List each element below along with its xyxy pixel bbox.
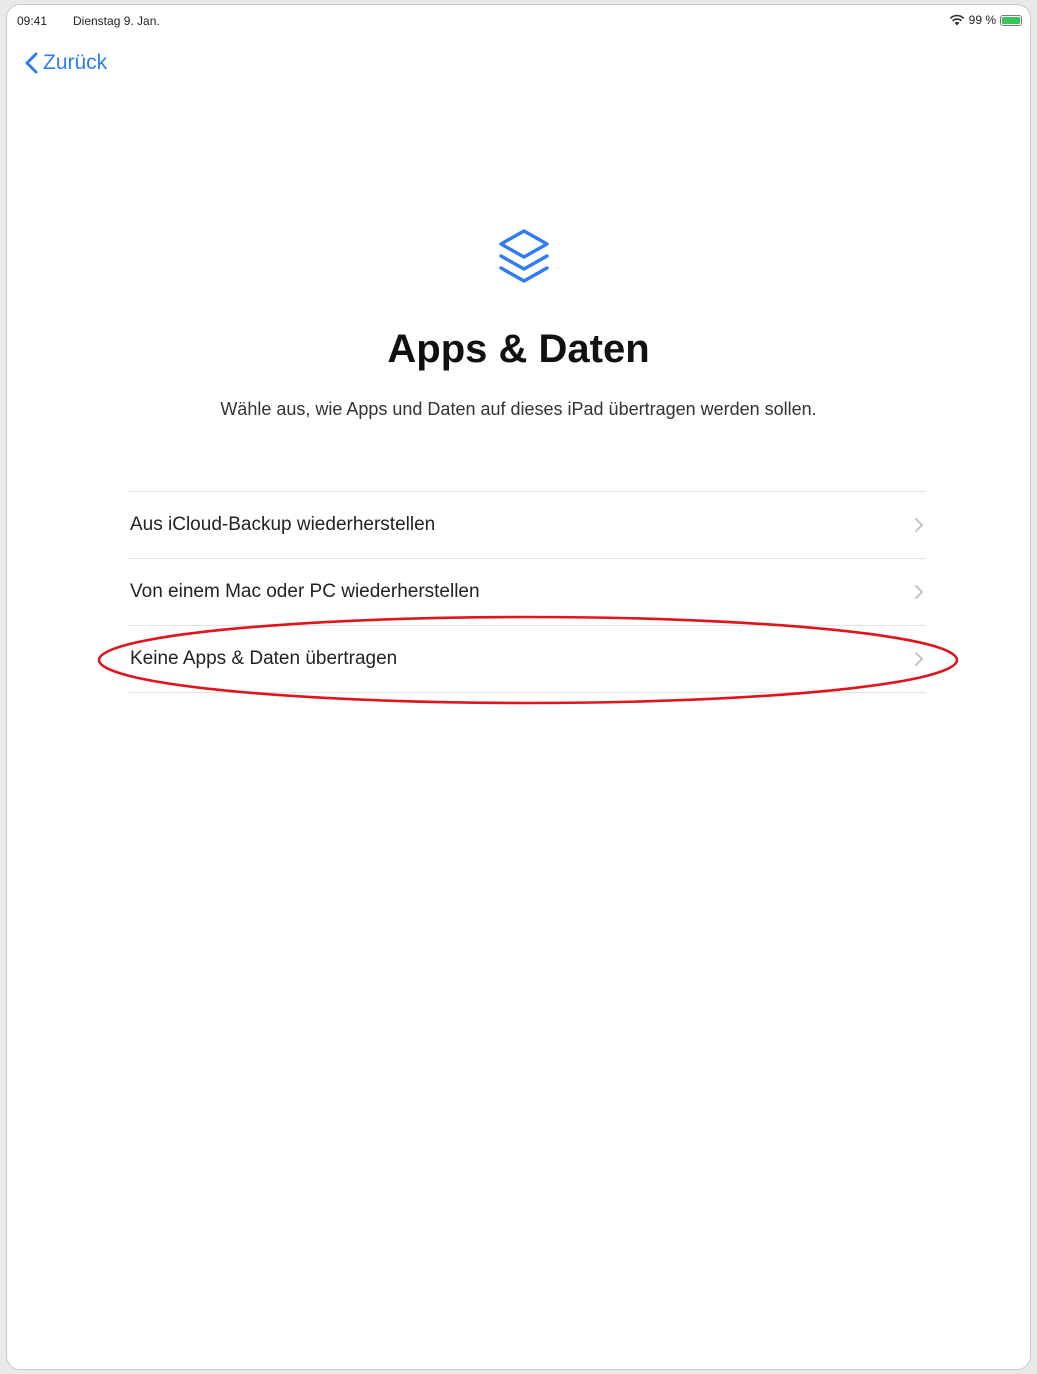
option-label: Von einem Mac oder PC wiederherstellen <box>130 581 480 602</box>
stacked-layers-icon <box>499 229 549 283</box>
back-button[interactable]: Zurück <box>23 51 107 75</box>
chevron-right-icon <box>915 652 923 666</box>
battery-fill <box>1002 16 1020 24</box>
option-icloud-backup[interactable]: Aus iCloud-Backup wiederherstellen <box>128 492 926 559</box>
status-date: Dienstag 9. Jan. <box>73 14 160 28</box>
status-right: 99 % <box>949 13 1022 27</box>
page-title: Apps & Daten <box>387 327 650 371</box>
wifi-icon <box>949 14 964 26</box>
options-list: Aus iCloud-Backup wiederherstellen Von e… <box>128 491 926 693</box>
chevron-right-icon <box>915 585 923 599</box>
option-label: Aus iCloud-Backup wiederherstellen <box>130 514 436 535</box>
status-bar: 09:41 Dienstag 9. Jan. 99 % <box>7 5 1030 35</box>
battery-percent: 99 % <box>968 13 996 27</box>
status-time: 09:41 <box>17 14 48 28</box>
chevron-left-icon <box>25 52 38 74</box>
option-no-transfer[interactable]: Keine Apps & Daten übertragen <box>128 626 926 693</box>
option-label: Keine Apps & Daten übertragen <box>130 648 398 669</box>
back-label: Zurück <box>43 51 108 74</box>
ipad-screen: 09:41 Dienstag 9. Jan. 99 % Zurück Apps … <box>6 4 1031 1370</box>
battery-icon <box>1000 14 1022 26</box>
page-subtitle: Wähle aus, wie Apps und Daten auf dieses… <box>220 399 817 419</box>
option-mac-pc[interactable]: Von einem Mac oder PC wiederherstellen <box>128 559 926 626</box>
chevron-right-icon <box>915 518 923 532</box>
